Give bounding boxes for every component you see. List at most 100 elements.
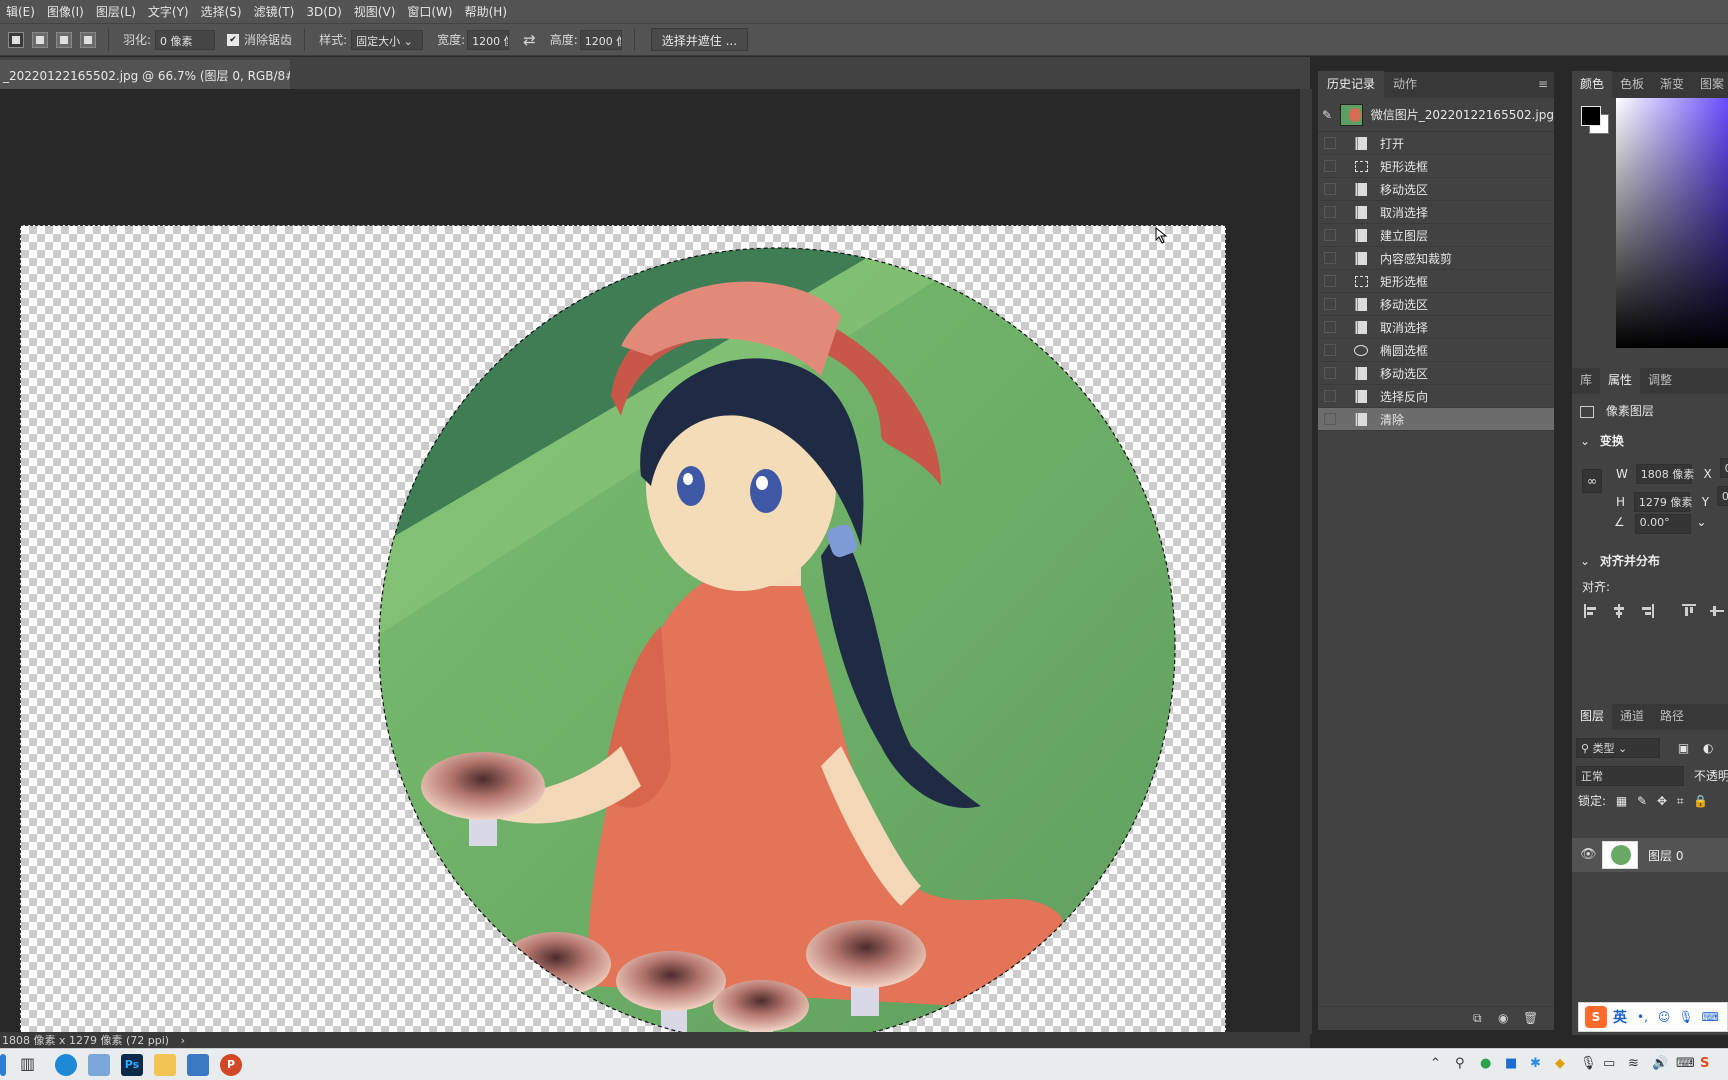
emoji-icon[interactable]: ☺ <box>1658 1010 1671 1024</box>
menu-image[interactable]: 图像(I) <box>41 3 90 20</box>
tab-libraries[interactable]: 库 <box>1572 367 1600 394</box>
status-arrow-icon[interactable]: › <box>181 1034 185 1047</box>
link-icon[interactable]: ∞ <box>1582 469 1602 493</box>
history-brush-icon[interactable]: ✎ <box>1322 108 1332 122</box>
new-document-from-state-icon[interactable]: ⧉ <box>1473 1011 1482 1026</box>
align-left-icon[interactable] <box>1584 604 1598 618</box>
x-field[interactable]: 0 像 <box>1719 458 1728 478</box>
history-item[interactable]: 内容感知裁剪 <box>1318 247 1554 270</box>
new-selection-button[interactable] <box>8 31 24 48</box>
image-filter-icon[interactable]: ▣ <box>1678 741 1689 755</box>
align-horizontal-center-icon[interactable] <box>1612 604 1626 618</box>
keyboard-icon[interactable]: ⌨ <box>1676 1056 1695 1071</box>
file-explorer-icon[interactable] <box>154 1054 176 1076</box>
tab-patterns[interactable]: 图案 <box>1692 71 1728 98</box>
layer-row[interactable]: 👁 图层 0 <box>1572 838 1728 872</box>
menu-filter[interactable]: 滤镜(T) <box>248 3 301 20</box>
history-item[interactable]: 矩形选框 <box>1318 155 1554 178</box>
color-field[interactable] <box>1616 98 1728 348</box>
history-item[interactable]: 取消选择 <box>1318 201 1554 224</box>
tab-adjustments[interactable]: 调整 <box>1640 367 1680 394</box>
menu-3d[interactable]: 3D(D) <box>300 5 347 19</box>
history-snapshot[interactable]: ✎ 微信图片_20220122165502.jpg <box>1318 98 1554 132</box>
menu-view[interactable]: 视图(V) <box>348 3 402 20</box>
history-item[interactable]: 选择反向 <box>1318 385 1554 408</box>
history-source-checkbox[interactable] <box>1324 413 1336 425</box>
lock-artboard-icon[interactable]: ⌗ <box>1677 794 1684 808</box>
wifi-icon[interactable]: ≋ <box>1628 1056 1639 1071</box>
history-source-checkbox[interactable] <box>1324 229 1336 241</box>
height-field[interactable]: 1279 像素 <box>1633 492 1692 512</box>
height-input[interactable]: 1200 像 <box>579 29 622 50</box>
antialias-checkbox[interactable]: ✔ <box>227 33 240 46</box>
panel-menu-icon[interactable]: ≡ <box>1538 77 1548 91</box>
document-tab[interactable]: _20220122165502.jpg @ 66.7% (图层 0, RGB/8… <box>0 60 290 89</box>
subtract-from-selection-button[interactable] <box>56 31 72 48</box>
chevron-down-icon[interactable]: ⌄ <box>1696 515 1706 529</box>
tab-paths[interactable]: 路径 <box>1652 703 1692 730</box>
camera-icon[interactable]: ◉ <box>1498 1011 1508 1025</box>
history-item[interactable]: 建立图层 <box>1318 224 1554 247</box>
tab-swatches[interactable]: 色板 <box>1612 71 1652 98</box>
blend-mode-select[interactable]: 正常 <box>1576 766 1684 786</box>
canvas-workspace[interactable] <box>0 89 1300 1078</box>
history-item[interactable]: 移动选区 <box>1318 178 1554 201</box>
start-edge-icon[interactable] <box>0 1054 6 1076</box>
history-source-checkbox[interactable] <box>1324 160 1336 172</box>
history-item[interactable]: 移动选区 <box>1318 293 1554 316</box>
document-canvas[interactable] <box>20 225 1226 1078</box>
history-source-checkbox[interactable] <box>1324 321 1336 333</box>
wechat-icon[interactable]: ● <box>1480 1056 1491 1071</box>
history-source-checkbox[interactable] <box>1324 344 1336 356</box>
lock-paint-icon[interactable]: ✎ <box>1637 794 1647 808</box>
tab-channels[interactable]: 通道 <box>1612 703 1652 730</box>
history-source-checkbox[interactable] <box>1324 183 1336 195</box>
filter-kind-select[interactable]: ⚲ 类型 ⌄ <box>1576 738 1660 758</box>
foreground-color-swatch[interactable] <box>1581 106 1601 126</box>
align-vertical-center-icon[interactable] <box>1710 604 1724 618</box>
history-source-checkbox[interactable] <box>1324 206 1336 218</box>
microphone-icon[interactable]: 🎙 <box>1580 1056 1597 1071</box>
powerpoint-icon[interactable]: P <box>220 1054 242 1076</box>
history-source-checkbox[interactable] <box>1324 390 1336 402</box>
history-source-checkbox[interactable] <box>1324 275 1336 287</box>
vertical-scrollbar[interactable] <box>1300 89 1312 1034</box>
lock-transparent-icon[interactable]: ▦ <box>1616 794 1627 808</box>
menu-type[interactable]: 文字(Y) <box>142 3 195 20</box>
photos-icon[interactable] <box>187 1054 209 1076</box>
search-icon[interactable]: ⚲ <box>1455 1056 1465 1071</box>
align-right-icon[interactable] <box>1640 604 1654 618</box>
edge-browser-icon[interactable] <box>55 1054 77 1076</box>
microphone-icon[interactable]: 🎙 <box>1678 1010 1693 1024</box>
eye-icon[interactable]: 👁 <box>1580 847 1597 862</box>
tab-gradients[interactable]: 渐变 <box>1652 71 1692 98</box>
adjustment-filter-icon[interactable]: ◐ <box>1703 741 1713 755</box>
keyboard-icon[interactable]: ⌨ <box>1702 1010 1719 1024</box>
tab-actions[interactable]: 动作 <box>1384 71 1426 98</box>
align-top-icon[interactable] <box>1682 604 1696 618</box>
style-select[interactable]: 固定大小 ⌄ <box>351 29 424 50</box>
transform-header[interactable]: ⌄ 变换 <box>1580 432 1624 449</box>
notepad-icon[interactable] <box>88 1054 110 1076</box>
history-item[interactable]: 椭圆选框 <box>1318 339 1554 362</box>
trash-icon[interactable]: 🗑 <box>1523 1011 1538 1025</box>
sogou-tray-icon[interactable]: S <box>1700 1056 1709 1071</box>
lock-all-icon[interactable]: 🔒 <box>1693 794 1708 808</box>
tab-layers[interactable]: 图层 <box>1572 703 1613 730</box>
photoshop-icon[interactable]: Ps <box>121 1054 143 1076</box>
history-item[interactable]: 矩形选框 <box>1318 270 1554 293</box>
history-item[interactable]: 取消选择 <box>1318 316 1554 339</box>
history-item[interactable]: 打开 <box>1318 132 1554 155</box>
history-source-checkbox[interactable] <box>1324 367 1336 379</box>
menu-window[interactable]: 窗口(W) <box>401 3 458 20</box>
intersect-selection-button[interactable] <box>80 31 96 48</box>
feather-input[interactable]: 0 像素 <box>155 29 216 50</box>
history-item[interactable]: 移动选区 <box>1318 362 1554 385</box>
angle-field[interactable]: 0.00° <box>1634 514 1691 534</box>
menu-select[interactable]: 选择(S) <box>195 3 248 20</box>
app-tray-icon[interactable]: ■ <box>1505 1056 1517 1071</box>
tab-color[interactable]: 颜色 <box>1572 71 1613 98</box>
lock-position-icon[interactable]: ✥ <box>1657 794 1667 808</box>
ime-mode[interactable]: 英 <box>1613 1007 1627 1027</box>
task-view-icon[interactable]: ▥ <box>20 1054 42 1076</box>
